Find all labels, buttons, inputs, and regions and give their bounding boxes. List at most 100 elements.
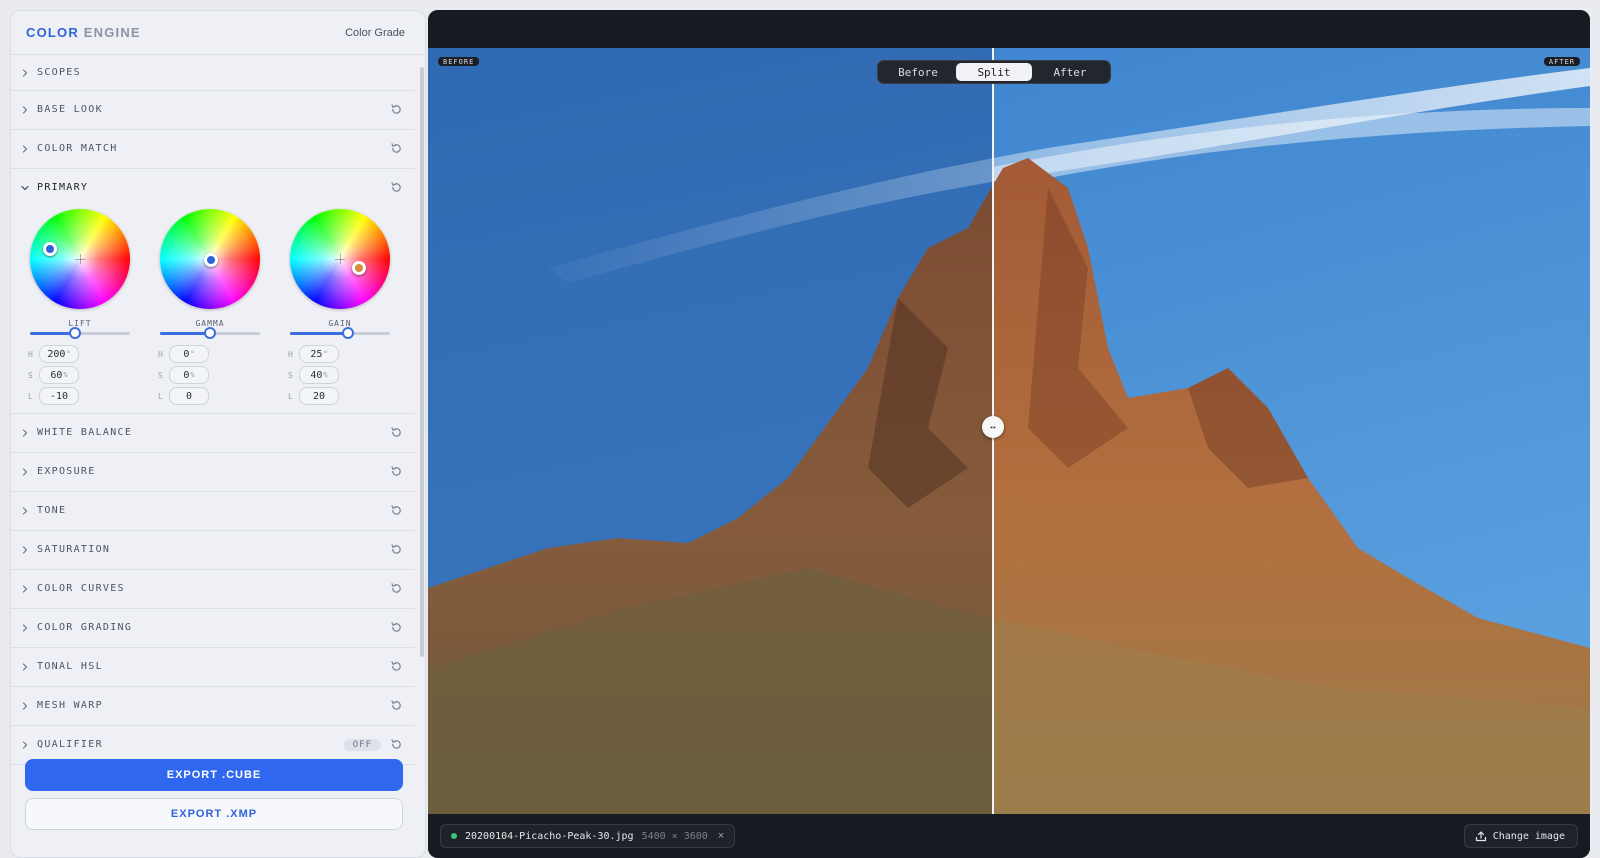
section-header-color-curves[interactable]: COLOR CURVES: [11, 569, 415, 608]
close-icon[interactable]: ×: [718, 830, 724, 842]
section-header-scopes[interactable]: SCOPES: [11, 55, 415, 90]
brand-primary: COLOR: [26, 25, 79, 40]
saturation-input[interactable]: 40%: [299, 366, 339, 384]
hue-input[interactable]: 0 °: [169, 345, 209, 363]
wheel-center-crosshair: [75, 254, 85, 264]
section-label: BASE LOOK: [37, 104, 103, 115]
luminance-field-row: L0: [158, 387, 209, 405]
reset-icon[interactable]: [390, 426, 403, 439]
section-header-saturation[interactable]: SATURATION: [11, 530, 415, 569]
section-list: SCOPES BASE LOOK COLOR MATCH PRIMARY LIFT H 20…: [11, 55, 415, 767]
before-tag: BEFORE: [438, 57, 480, 66]
reset-icon[interactable]: [390, 660, 403, 673]
saturation-field-row: S 40%: [288, 366, 339, 384]
mode-after-button[interactable]: After: [1032, 63, 1108, 81]
field-key: L: [158, 391, 163, 401]
color-wheel[interactable]: [30, 209, 130, 309]
luminance-field-row: L -10: [28, 387, 79, 405]
section-header-exposure[interactable]: EXPOSURE: [11, 452, 415, 491]
split-handle[interactable]: ◂▸: [982, 416, 1004, 438]
change-image-label: Change image: [1492, 830, 1565, 842]
wheel-puck[interactable]: [204, 253, 218, 267]
field-key: H: [288, 349, 293, 359]
section-primary: PRIMARY LIFT H 200 ° S 60% L -10 GAMMA H 0 ° S 0% L 0 GAI…: [11, 168, 415, 414]
reset-icon[interactable]: [390, 543, 403, 556]
hue-field-row: H 25 °: [288, 345, 339, 363]
reset-icon[interactable]: [390, 504, 403, 517]
section-saturation: SATURATION: [11, 530, 415, 570]
luminance-input[interactable]: 20: [299, 387, 339, 405]
slider-thumb[interactable]: [342, 327, 354, 339]
section-white-balance: WHITE BALANCE: [11, 413, 415, 453]
slider-fill: [160, 332, 210, 335]
export-cube-button[interactable]: EXPORT .CUBE: [25, 759, 403, 791]
section-color-grading: COLOR GRADING: [11, 608, 415, 648]
file-info-chip: 20200104-Picacho-Peak-30.jpg 5400 × 3600…: [440, 824, 736, 848]
hue-input[interactable]: 200 °: [39, 345, 79, 363]
mode-split-button[interactable]: Split: [956, 63, 1032, 81]
chevron-right-icon: [20, 545, 30, 555]
luminance-input[interactable]: 0: [169, 387, 209, 405]
section-scopes: SCOPES: [11, 55, 415, 91]
chevron-right-icon: [20, 144, 30, 154]
section-label: EXPOSURE: [37, 466, 96, 477]
qualifier-status-badge[interactable]: OFF: [343, 739, 381, 751]
panel-scrollbar[interactable]: [420, 67, 424, 657]
reset-icon[interactable]: [390, 142, 403, 155]
chevron-right-icon: [20, 428, 30, 438]
luminance-slider[interactable]: [30, 327, 130, 339]
file-name: 20200104-Picacho-Peak-30.jpg: [465, 830, 634, 842]
comparison-image[interactable]: ◂▸: [428, 48, 1590, 814]
reset-icon[interactable]: [390, 699, 403, 712]
section-header-mesh-warp[interactable]: MESH WARP: [11, 686, 415, 725]
section-color-match: COLOR MATCH: [11, 129, 415, 169]
section-header-color-match[interactable]: COLOR MATCH: [11, 129, 415, 168]
section-header-tone[interactable]: TONE: [11, 491, 415, 530]
section-exposure: EXPOSURE: [11, 452, 415, 492]
chevron-right-icon: [20, 662, 30, 672]
chevron-right-icon: [20, 68, 30, 78]
saturation-input[interactable]: 60%: [39, 366, 79, 384]
reset-icon[interactable]: [390, 181, 403, 194]
wheel-puck[interactable]: [43, 242, 57, 256]
export-xmp-button[interactable]: EXPORT .XMP: [25, 798, 403, 830]
field-key: H: [158, 349, 163, 359]
change-image-button[interactable]: Change image: [1463, 824, 1578, 848]
reset-icon[interactable]: [390, 465, 403, 478]
luminance-slider[interactable]: [160, 327, 260, 339]
chevron-right-icon: [20, 506, 30, 516]
chevron-right-icon: [20, 701, 30, 711]
reset-icon[interactable]: [390, 103, 403, 116]
section-header-color-grading[interactable]: COLOR GRADING: [11, 608, 415, 647]
chevron-right-icon: [20, 105, 30, 115]
wheel-center-crosshair: [335, 254, 345, 264]
chevron-right-icon: [20, 623, 30, 633]
status-dot: [451, 833, 457, 839]
color-wheel[interactable]: [160, 209, 260, 309]
color-grade-panel: COLOR ENGINE Color Grade SCOPES BASE LOOK…: [10, 10, 426, 858]
saturation-input[interactable]: 0%: [169, 366, 209, 384]
panel-header: COLOR ENGINE Color Grade: [11, 11, 425, 55]
section-header-tonal-hsl[interactable]: TONAL HSL: [11, 647, 415, 686]
mode-before-button[interactable]: Before: [880, 63, 956, 81]
reset-icon[interactable]: [390, 738, 403, 751]
luminance-field-row: L 20: [288, 387, 339, 405]
section-label: SATURATION: [37, 544, 111, 555]
section-label: PRIMARY: [37, 182, 89, 193]
reset-icon[interactable]: [390, 621, 403, 634]
section-header-white-balance[interactable]: WHITE BALANCE: [11, 413, 415, 452]
wheel-label: LIFT: [68, 319, 92, 328]
compare-mode-toggle: Before Split After: [877, 60, 1111, 84]
section-header-primary[interactable]: PRIMARY: [11, 168, 415, 207]
field-key: L: [288, 391, 293, 401]
wheel-puck[interactable]: [352, 261, 366, 275]
chevron-right-icon: [20, 467, 30, 477]
luminance-slider[interactable]: [290, 327, 390, 339]
luminance-input[interactable]: -10: [39, 387, 79, 405]
color-wheel[interactable]: [290, 209, 390, 309]
hue-input[interactable]: 25 °: [299, 345, 339, 363]
reset-icon[interactable]: [390, 582, 403, 595]
slider-thumb[interactable]: [204, 327, 216, 339]
section-header-base-look[interactable]: BASE LOOK: [11, 90, 415, 129]
slider-thumb[interactable]: [69, 327, 81, 339]
